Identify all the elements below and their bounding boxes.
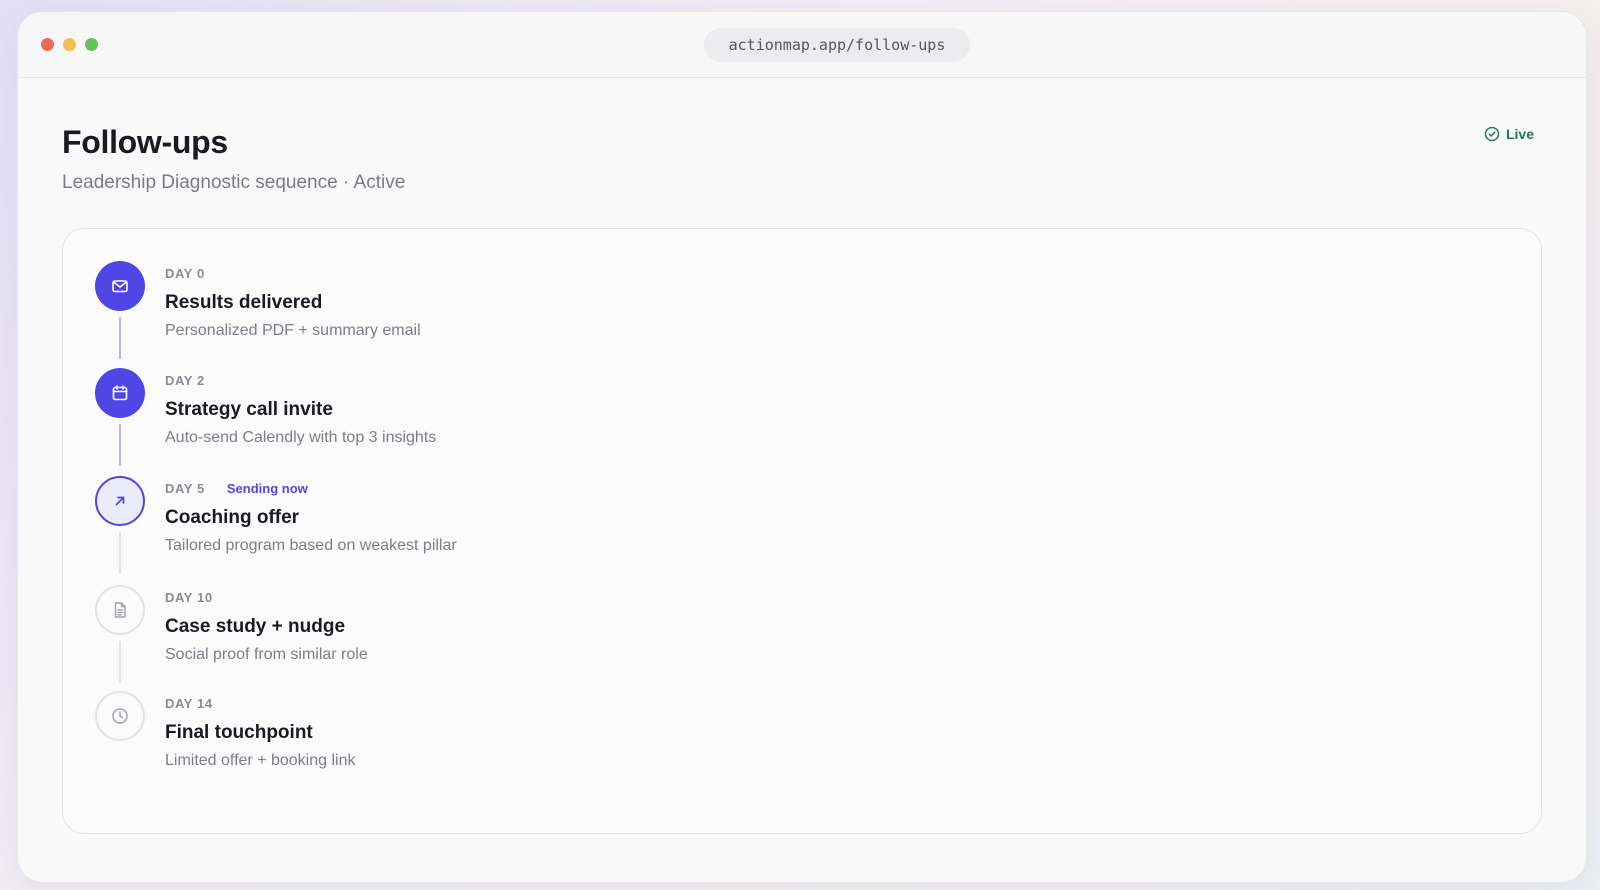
arrow-up-right-icon	[115, 496, 125, 506]
step-title: Case study + nudge	[165, 616, 346, 637]
document-icon	[114, 602, 126, 618]
step-title: Strategy call invite	[165, 399, 333, 420]
sending-now-status: Sending now	[226, 480, 308, 496]
step-description: Auto-send Calendly with top 3 insights	[165, 429, 437, 446]
timeline-step[interactable]: DAY 0 Results delivered Personalized PDF…	[95, 261, 1495, 371]
calendar-icon	[112, 385, 128, 401]
page-subtitle: Leadership Diagnostic sequence · Active	[62, 172, 406, 193]
step-description: Social proof from similar role	[165, 646, 368, 663]
step-description: Personalized PDF + summary email	[165, 322, 421, 339]
minimize-window-button[interactable]	[63, 38, 76, 51]
maximize-window-button[interactable]	[85, 38, 98, 51]
step-day: DAY 0	[165, 265, 205, 281]
timeline-connector	[119, 532, 121, 574]
live-status-label: Live	[1505, 126, 1534, 142]
timeline-step-current[interactable]: DAY 5 Sending now Coaching offer Tailore…	[95, 476, 1495, 586]
step-day: DAY 14	[165, 695, 213, 711]
address-bar[interactable]: actionmap.app/follow-ups	[704, 28, 970, 62]
timeline-connector	[119, 641, 121, 683]
step-status-circle	[95, 368, 145, 418]
step-title: Final touchpoint	[165, 722, 313, 743]
clock-icon	[112, 708, 128, 724]
check-circle-icon	[1484, 126, 1500, 142]
step-day: DAY 2	[165, 372, 205, 388]
timeline-step[interactable]: DAY 10 Case study + nudge Social proof f…	[95, 585, 1495, 695]
timeline-connector	[119, 317, 121, 359]
page-title: Follow-ups	[62, 124, 228, 160]
step-status-circle	[95, 261, 145, 311]
step-title: Coaching offer	[165, 507, 300, 528]
step-status-circle	[95, 691, 145, 741]
step-description: Limited offer + booking link	[165, 752, 356, 769]
timeline-connector	[119, 424, 121, 466]
title-bar: actionmap.app/follow-ups	[18, 12, 1586, 78]
sequence-timeline: DAY 0 Results delivered Personalized PDF…	[62, 228, 1542, 834]
step-day: DAY 5	[165, 480, 205, 496]
timeline-step[interactable]: DAY 14 Final touchpoint Limited offer + …	[95, 691, 1495, 801]
step-title: Results delivered	[165, 292, 323, 313]
step-description: Tailored program based on weakest pillar	[165, 537, 457, 554]
step-status-circle	[95, 585, 145, 635]
step-status-circle	[95, 476, 145, 526]
browser-window: actionmap.app/follow-ups Follow-ups Lead…	[17, 11, 1587, 883]
mail-icon	[112, 280, 128, 293]
live-status-badge: Live	[1484, 126, 1534, 142]
close-window-button[interactable]	[41, 38, 54, 51]
timeline-step[interactable]: DAY 2 Strategy call invite Auto-send Cal…	[95, 368, 1495, 478]
step-day: DAY 10	[165, 589, 213, 605]
